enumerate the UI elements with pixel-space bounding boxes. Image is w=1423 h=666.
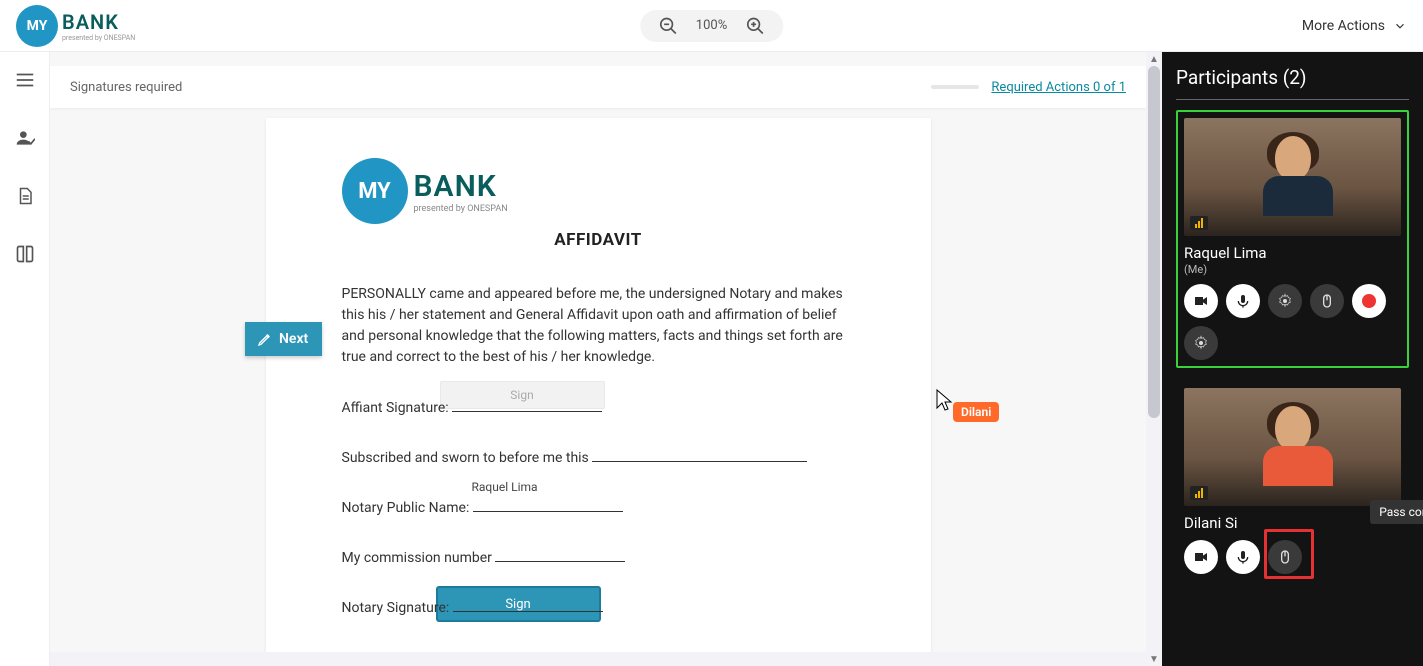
camera-button[interactable] (1184, 540, 1218, 574)
record-button[interactable] (1352, 284, 1386, 318)
participant-video[interactable] (1184, 118, 1401, 236)
horizontal-scrollbar[interactable] (50, 652, 1146, 666)
sworn-blank (592, 448, 807, 462)
document-icon[interactable] (13, 184, 37, 208)
notary-name-value: Raquel Lima (472, 480, 538, 494)
commission-blank (495, 548, 625, 562)
affiant-signature-line: Affiant Signature: (342, 398, 855, 416)
participant-name: Dilani Si (1184, 514, 1401, 532)
notary-signature-line: Notary Signature: (342, 598, 855, 616)
doc-logo-circle: MY (342, 158, 408, 224)
notary-signature-label: Notary Signature: (342, 600, 450, 616)
logo-circle: MY (16, 5, 58, 47)
affiant-signature-label: Affiant Signature: (342, 400, 449, 416)
notary-name-line: Raquel Lima Notary Public Name: (342, 498, 855, 516)
top-bar: MY BANK presented by ONESPAN 100% More A… (0, 0, 1423, 52)
more-actions-label: More Actions (1302, 18, 1385, 34)
pencil-icon (257, 331, 273, 347)
signal-icon (1190, 216, 1208, 230)
zoom-out-icon[interactable] (658, 16, 678, 36)
participant-self: Raquel Lima (Me) (1176, 110, 1409, 368)
logo-sub-text: presented by ONESPAN (62, 34, 135, 42)
mouse-control-button[interactable] (1310, 284, 1344, 318)
notary-signature-blank (453, 598, 603, 612)
participants-title: Participants (2) (1176, 66, 1409, 100)
sworn-line: Subscribed and sworn to before me this (342, 448, 855, 466)
participant-me-label: (Me) (1184, 263, 1401, 276)
pass-control-tooltip: Pass control (1370, 500, 1423, 524)
status-bar: Signatures required Required Actions 0 o… (50, 66, 1146, 108)
logo-bank-text: BANK (62, 10, 135, 34)
more-actions-menu[interactable]: More Actions (1302, 18, 1407, 34)
document-paragraph: PERSONALLY came and appeared before me, … (342, 284, 855, 368)
affiant-signature-blank (452, 398, 602, 412)
app-logo: MY BANK presented by ONESPAN (16, 5, 135, 47)
microphone-button[interactable] (1226, 540, 1260, 574)
document-page: MY BANK presented by ONESPAN AFFIDAVIT P… (266, 118, 931, 666)
notary-name-blank (473, 498, 623, 512)
document-logo: MY BANK presented by ONESPAN (342, 158, 855, 224)
book-icon[interactable] (13, 242, 37, 266)
camera-button[interactable] (1184, 284, 1218, 318)
settings-extra-button[interactable] (1184, 326, 1218, 360)
left-rail (0, 52, 50, 666)
remote-cursor-name: Dilani (953, 402, 999, 422)
doc-logo-text: BANK (414, 169, 508, 204)
document-title: AFFIDAVIT (342, 230, 855, 250)
participant-other: Dilani Si Pass control (1176, 380, 1409, 582)
menu-icon[interactable] (13, 68, 37, 92)
scroll-down-icon[interactable]: ▼ (1146, 652, 1162, 666)
participant-name: Raquel Lima (1184, 244, 1401, 262)
commission-line: My commission number (342, 548, 855, 566)
next-label: Next (279, 331, 308, 347)
sworn-label: Subscribed and sworn to before me this (342, 450, 589, 466)
commission-label: My commission number (342, 550, 492, 566)
signal-icon (1190, 486, 1208, 500)
scrollbar-thumb[interactable] (1148, 66, 1160, 418)
next-button[interactable]: Next (245, 322, 322, 356)
scroll-up-icon[interactable]: ▲ (1146, 52, 1162, 66)
notary-name-label: Notary Public Name: (342, 500, 470, 516)
zoom-level: 100% (696, 18, 727, 33)
progress-bar (931, 85, 979, 89)
zoom-in-icon[interactable] (745, 16, 765, 36)
participant-video[interactable] (1184, 388, 1401, 506)
participants-panel: Participants (2) Raquel Lima (Me) (1162, 52, 1423, 666)
vertical-scrollbar[interactable]: ▲ ▼ (1146, 52, 1162, 666)
document-area: Signatures required Required Actions 0 o… (50, 52, 1162, 666)
doc-logo-sub: presented by ONESPAN (414, 204, 508, 214)
signer-icon[interactable] (13, 126, 37, 150)
cursor-arrow-icon (935, 388, 953, 412)
microphone-button[interactable] (1226, 284, 1260, 318)
remote-cursor: Dilani (935, 388, 999, 422)
settings-button[interactable] (1268, 284, 1302, 318)
required-actions-link[interactable]: Required Actions 0 of 1 (991, 80, 1126, 95)
signatures-required-label: Signatures required (70, 80, 182, 95)
pass-control-button[interactable] (1268, 540, 1302, 574)
chevron-down-icon (1393, 19, 1407, 33)
zoom-controls: 100% (640, 10, 783, 42)
